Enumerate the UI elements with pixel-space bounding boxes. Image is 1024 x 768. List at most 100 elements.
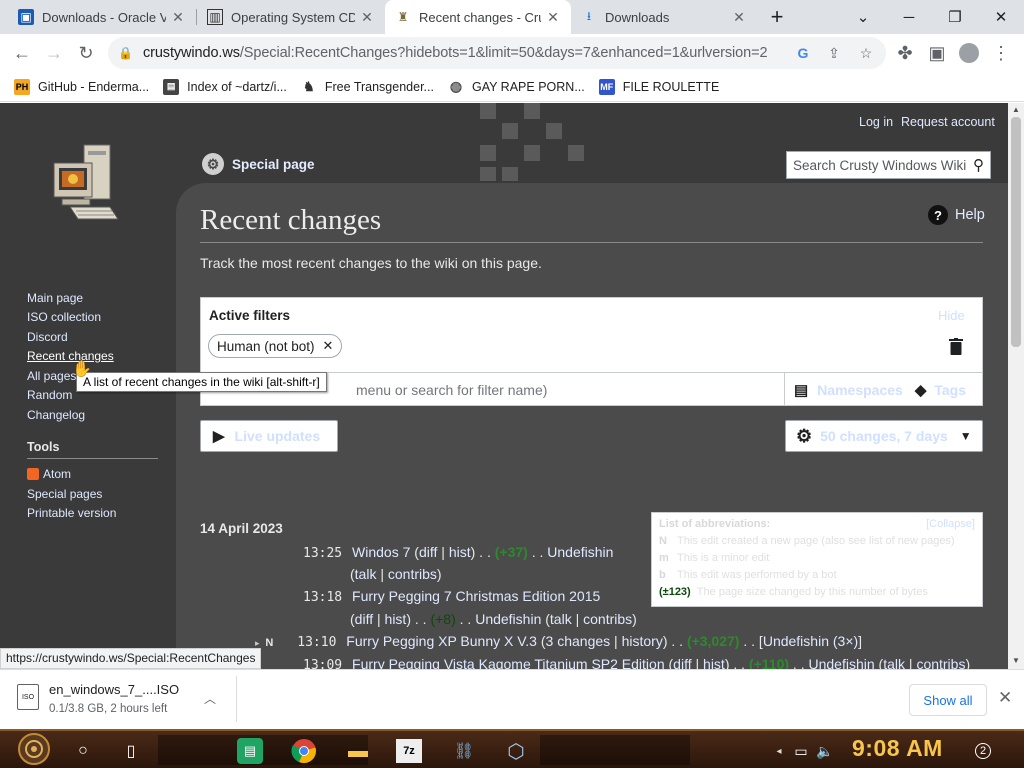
scroll-down-icon[interactable]: ▼: [1012, 656, 1020, 665]
tab-downloads[interactable]: ⭳ Downloads ✕: [571, 0, 757, 34]
hist-link[interactable]: hist: [449, 544, 471, 560]
restore-button[interactable]: ❐: [932, 0, 978, 34]
changes-link[interactable]: 3 changes: [546, 633, 611, 649]
hist-link[interactable]: hist: [385, 611, 407, 627]
sidebar-item-printable-version[interactable]: Printable version: [27, 506, 116, 520]
bookmark-free-transgender[interactable]: ♞ Free Transgender...: [300, 78, 434, 95]
task-view-icon[interactable]: ▯: [116, 736, 146, 766]
login-link[interactable]: Log in: [859, 115, 893, 129]
sidebar-item-changelog[interactable]: Changelog: [27, 408, 85, 422]
close-icon[interactable]: ✕: [998, 688, 1012, 708]
menu-icon[interactable]: ⋮: [986, 38, 1016, 68]
wiki-logo[interactable]: [48, 141, 128, 227]
download-filename[interactable]: en_windows_7_....ISO: [49, 682, 179, 697]
back-button[interactable]: ←: [7, 38, 37, 68]
vertical-scrollbar[interactable]: ▲ ▼: [1008, 103, 1024, 669]
contribs-link[interactable]: contribs: [388, 566, 437, 582]
scrollbar-thumb[interactable]: [1011, 117, 1021, 347]
special-page-tab[interactable]: ⚙ Special page: [202, 153, 315, 175]
contribs-link[interactable]: contribs: [916, 656, 965, 669]
tab-recent-changes[interactable]: ♜ Recent changes - Cru ✕: [385, 0, 571, 34]
side-panel-icon[interactable]: ▣: [922, 38, 952, 68]
volume-muted-icon[interactable]: 🔈: [810, 736, 840, 766]
changes-settings-button[interactable]: ⚙ 50 changes, 7 days ▼: [785, 420, 983, 452]
bookmark-index-dartz[interactable]: ▤ Index of ~dartz/i...: [163, 78, 287, 95]
tab-search-icon[interactable]: ⌄: [840, 0, 886, 34]
diff-link[interactable]: diff: [673, 656, 691, 669]
new-tab-button[interactable]: +: [757, 0, 797, 34]
diff-link[interactable]: diff: [355, 611, 373, 627]
search-icon[interactable]: ⚲: [973, 156, 984, 174]
filter-chip-human[interactable]: Human (not bot) ✕: [208, 334, 343, 358]
forward-button[interactable]: →: [39, 38, 69, 68]
iso-file-icon[interactable]: ISO: [17, 684, 39, 710]
extensions-icon[interactable]: ✤: [890, 38, 920, 68]
7zip-icon[interactable]: 7z: [396, 739, 422, 763]
address-bar[interactable]: 🔒 crustywindo.ws/Special:RecentChanges?h…: [108, 37, 886, 69]
share-icon[interactable]: ⇪: [825, 44, 843, 62]
sidebar-item-main-page[interactable]: Main page: [27, 291, 83, 305]
virtualbox-icon[interactable]: ⬡: [501, 736, 531, 766]
search-icon[interactable]: ○: [68, 736, 98, 766]
scroll-up-icon[interactable]: ▲: [1012, 105, 1020, 114]
live-updates-button[interactable]: ▶ Live updates: [200, 420, 338, 452]
close-icon[interactable]: ✕: [731, 9, 747, 26]
chevron-up-icon[interactable]: ︿: [204, 690, 216, 707]
remove-filter-icon[interactable]: ✕: [323, 338, 334, 354]
namespaces-button[interactable]: Namespaces: [817, 382, 903, 398]
notifications-icon[interactable]: 2: [968, 736, 998, 766]
sheets-icon[interactable]: ▤: [237, 738, 263, 764]
request-account-link[interactable]: Request account: [901, 115, 995, 129]
close-window-button[interactable]: ✕: [978, 0, 1024, 34]
file-explorer-icon[interactable]: ▬: [343, 736, 373, 766]
clock[interactable]: 9:08 AM: [852, 735, 943, 762]
trash-icon[interactable]: [949, 338, 963, 355]
change-page-link[interactable]: Furry Pegging Vista Kagome Titanium SP2 …: [352, 656, 665, 669]
close-icon[interactable]: ✕: [170, 9, 186, 26]
help-link[interactable]: ? Help: [928, 205, 985, 225]
sidebar-item-iso-collection[interactable]: ISO collection: [27, 310, 101, 324]
history-link[interactable]: history: [622, 633, 663, 649]
talk-link[interactable]: talk: [550, 611, 572, 627]
bookmark-star-icon[interactable]: ☆: [857, 44, 875, 62]
expand-arrow-icon[interactable]: ▸: [255, 638, 260, 648]
collapse-link[interactable]: [Collapse]: [926, 518, 975, 530]
hide-filters-link[interactable]: Hide: [938, 308, 965, 323]
user-link[interactable]: Undefishin: [809, 656, 875, 669]
sidebar-item-recent-changes[interactable]: Recent changes: [27, 349, 114, 363]
change-page-link[interactable]: Windos 7: [352, 544, 410, 560]
sidebar-item-atom[interactable]: Atom: [27, 467, 71, 481]
show-all-button[interactable]: Show all: [909, 684, 987, 716]
sidebar-item-random[interactable]: Random: [27, 388, 72, 402]
search-input[interactable]: Search Crusty Windows Wiki ⚲: [786, 151, 991, 179]
sidebar-item-discord[interactable]: Discord: [27, 330, 68, 344]
change-page-link[interactable]: Furry Pegging XP Bunny X V.3: [346, 633, 537, 649]
tags-button[interactable]: Tags: [934, 382, 966, 398]
user-link[interactable]: Undefishin (3×): [763, 633, 858, 649]
sidebar-item-special-pages[interactable]: Special pages: [27, 487, 102, 501]
chrome-icon[interactable]: [289, 736, 319, 766]
start-button[interactable]: [14, 732, 54, 766]
url-text[interactable]: crustywindo.ws/Special:RecentChanges?hid…: [143, 45, 773, 61]
talk-link[interactable]: talk: [355, 566, 377, 582]
bookmark-globe-site[interactable]: ◍ GAY RAPE PORN...: [447, 78, 585, 95]
tab-oracle-downloads[interactable]: ▣ Downloads - Oracle V ✕: [8, 0, 196, 34]
talk-link[interactable]: talk: [883, 656, 905, 669]
sidebar-item-all-pages[interactable]: All pages: [27, 369, 76, 383]
close-icon[interactable]: ✕: [359, 9, 375, 26]
network-app-icon[interactable]: ⛓: [449, 736, 479, 766]
user-link[interactable]: Undefishin: [475, 611, 541, 627]
bookmark-file-roulette[interactable]: MF FILE ROULETTE: [598, 78, 719, 95]
minimize-button[interactable]: ─: [886, 0, 932, 34]
diff-link[interactable]: diff: [419, 544, 437, 560]
reload-button[interactable]: ↻: [71, 38, 101, 68]
google-lens-icon[interactable]: G: [794, 44, 812, 62]
contribs-link[interactable]: contribs: [583, 611, 632, 627]
hist-link[interactable]: hist: [703, 656, 725, 669]
user-link[interactable]: Undefishin: [547, 544, 613, 560]
tab-operating-system-cd[interactable]: ▥ Operating System CD ✕: [197, 0, 385, 34]
lock-icon[interactable]: 🔒: [118, 46, 133, 60]
close-icon[interactable]: ✕: [545, 9, 561, 26]
profile-avatar[interactable]: [954, 38, 984, 68]
change-page-link[interactable]: Furry Pegging 7 Christmas Edition 2015: [352, 588, 600, 604]
